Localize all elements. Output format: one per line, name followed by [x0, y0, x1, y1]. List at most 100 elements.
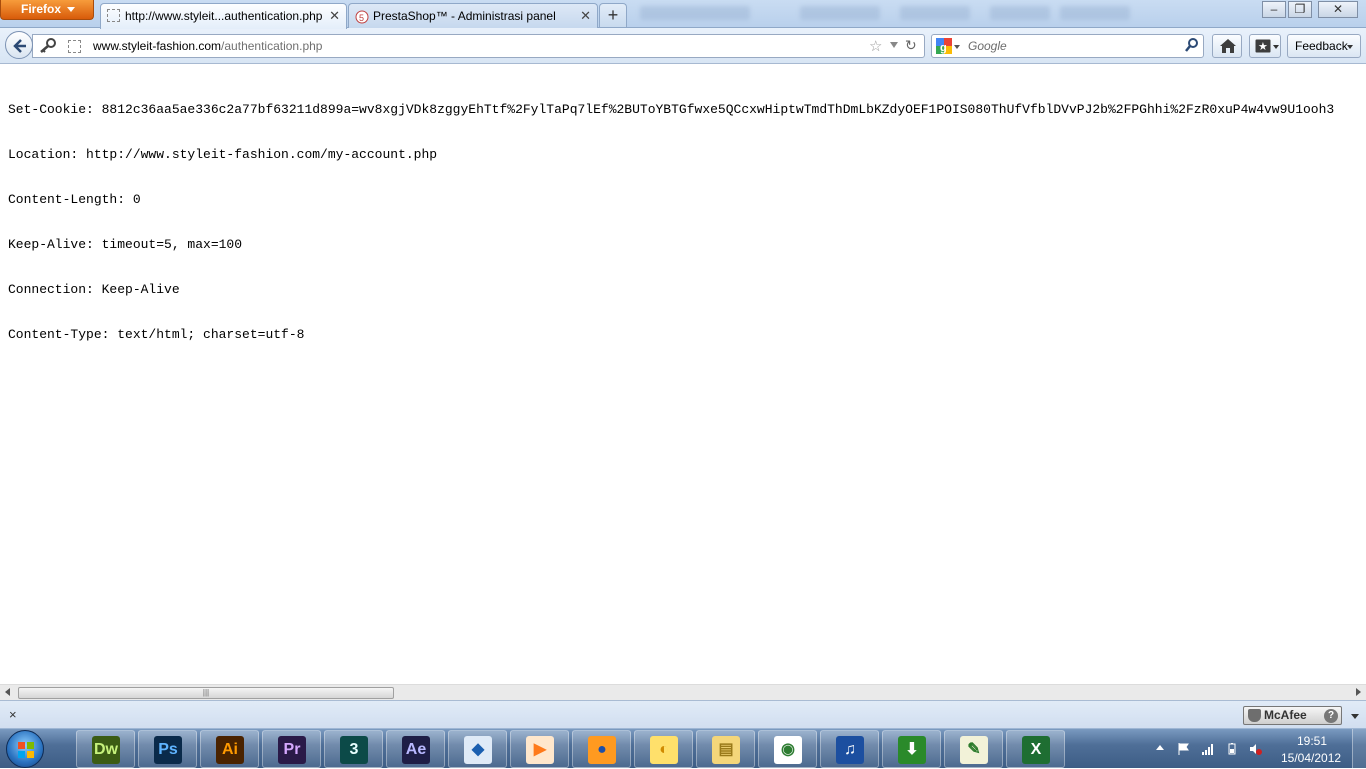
restore-button[interactable]: ❐ [1288, 1, 1312, 18]
battery-icon[interactable] [1226, 743, 1238, 755]
chevron-down-icon [1273, 45, 1279, 49]
scroll-left-arrow-icon[interactable] [5, 688, 10, 696]
show-hidden-icons-icon[interactable] [1156, 745, 1164, 750]
close-tab-icon[interactable]: ✕ [329, 5, 340, 27]
identity-key-icon[interactable] [39, 38, 57, 57]
taskbar-app-download-manager[interactable]: ⬇ [882, 730, 941, 768]
taskbar-app-itunes[interactable]: ♫ [820, 730, 879, 768]
taskbar-app-3dsmax[interactable]: 3 [324, 730, 383, 768]
addon-bar: × McAfee ? [0, 700, 1366, 728]
prestashop-icon: 5 [355, 9, 369, 24]
page-content: Set-Cookie: 8812c36aa5ae336c2a77bf63211d… [0, 65, 1366, 684]
url-text[interactable]: www.styleit-fashion.com/authentication.p… [93, 39, 322, 53]
volume-muted-icon[interactable] [1250, 743, 1262, 755]
taskbar-app-dreamweaver[interactable]: Dw [76, 730, 135, 768]
bookmarks-button[interactable]: ★ [1249, 34, 1281, 58]
search-magnifier-icon[interactable] [1185, 38, 1199, 55]
header-line: Content-Type: text/html; charset=utf-8 [8, 327, 305, 342]
horizontal-scrollbar[interactable]: ||| [0, 684, 1366, 700]
taskbar-app-media-player[interactable]: ▶ [510, 730, 569, 768]
chevron-down-icon [1347, 45, 1353, 49]
action-center-flag-icon[interactable] [1178, 743, 1190, 755]
taskbar-app-excel[interactable]: X [1006, 730, 1065, 768]
mcafee-label: McAfee [1264, 708, 1307, 722]
search-bar[interactable]: g Google [931, 34, 1204, 58]
feedback-button[interactable]: Feedback [1287, 34, 1361, 58]
tab-title: PrestaShop™ - Administrasi panel [373, 9, 556, 23]
taskbar-app-app-yellow[interactable]: ◐ [634, 730, 693, 768]
taskbar-app-firefox[interactable]: ● [572, 730, 631, 768]
windows-taskbar: Dw Ps Ai Pr 3 Ae ◆ ▶ ● ◐ ▤ ◉ ♫ ⬇ ✎ X 19:51 15/04/2012 [0, 728, 1366, 769]
notepad-icon: ✎ [960, 736, 988, 764]
show-desktop-button[interactable] [1352, 729, 1366, 769]
start-button[interactable] [6, 730, 44, 768]
taskbar-app-photoshop[interactable]: Ps [138, 730, 197, 768]
taskbar-app-virtualbox[interactable]: ◆ [448, 730, 507, 768]
3dsmax-icon: 3 [340, 736, 368, 764]
chrome-icon: ◉ [774, 736, 802, 764]
window-close-button[interactable]: ✕ [1318, 1, 1358, 18]
app-yellow-icon: ◐ [650, 736, 678, 764]
firefox-menu-button[interactable]: Firefox [0, 0, 94, 20]
close-addon-bar-icon[interactable]: × [9, 707, 17, 722]
home-button[interactable] [1212, 34, 1242, 58]
url-host: www.styleit-fashion.com [93, 39, 222, 53]
mcafee-shield-icon [1248, 709, 1261, 722]
taskbar-app-explorer[interactable]: ▤ [696, 730, 755, 768]
tab-strip: Firefox http://www.styleit...authenticat… [0, 0, 1366, 29]
background-blur [1060, 6, 1130, 20]
new-tab-button[interactable]: + [599, 3, 627, 27]
minimize-button[interactable]: – [1262, 1, 1286, 18]
tab-authentication[interactable]: http://www.styleit...authentication.php … [100, 3, 347, 29]
svg-text:g: g [940, 42, 947, 54]
back-arrow-icon [13, 39, 26, 53]
history-dropdown-icon[interactable] [890, 42, 898, 48]
excel-icon: X [1022, 736, 1050, 764]
scroll-right-arrow-icon[interactable] [1356, 688, 1361, 696]
virtualbox-icon: ◆ [464, 736, 492, 764]
explorer-icon: ▤ [712, 736, 740, 764]
bookmark-star-icon[interactable]: ☆ [869, 37, 882, 55]
background-blur [990, 6, 1050, 20]
google-icon[interactable]: g [936, 38, 952, 57]
url-path: /authentication.php [221, 39, 323, 53]
svg-text:5: 5 [359, 13, 364, 23]
search-engine-dropdown-icon[interactable] [954, 45, 960, 49]
clock-time[interactable]: 19:51 [1297, 734, 1327, 748]
close-tab-icon[interactable]: ✕ [580, 5, 591, 27]
download-manager-icon: ⬇ [898, 736, 926, 764]
url-bar[interactable]: www.styleit-fashion.com/authentication.p… [32, 34, 925, 58]
clock-date[interactable]: 15/04/2012 [1281, 751, 1341, 765]
svg-text:★: ★ [1258, 40, 1268, 53]
taskbar-app-notepad[interactable]: ✎ [944, 730, 1003, 768]
help-icon[interactable]: ? [1324, 709, 1338, 723]
premiere-icon: Pr [278, 736, 306, 764]
header-line: Keep-Alive: timeout=5, max=100 [8, 237, 243, 252]
background-blur [900, 6, 970, 20]
illustrator-icon: Ai [216, 736, 244, 764]
reload-icon[interactable]: ↻ [905, 37, 917, 54]
header-line: Location: http://www.styleit-fashion.com… [8, 147, 438, 162]
navigation-toolbar: www.styleit-fashion.com/authentication.p… [0, 28, 1366, 64]
scrollbar-thumb[interactable]: ||| [18, 687, 394, 699]
network-signal-icon[interactable] [1202, 743, 1214, 755]
taskbar-app-after-effects[interactable]: Ae [386, 730, 445, 768]
bookmarks-star-icon: ★ [1255, 39, 1271, 53]
chevron-down-icon[interactable] [1351, 714, 1359, 719]
header-line: Connection: Keep-Alive [8, 282, 180, 297]
taskbar-app-illustrator[interactable]: Ai [200, 730, 259, 768]
search-input[interactable]: Google [968, 39, 1007, 53]
tab-prestashop[interactable]: 5 PrestaShop™ - Administrasi panel ✕ [348, 3, 598, 28]
blank-page-icon [107, 9, 120, 22]
tab-title: http://www.styleit...authentication.php [125, 9, 323, 23]
taskbar-app-premiere[interactable]: Pr [262, 730, 321, 768]
back-button[interactable] [5, 31, 33, 59]
mcafee-siteadvisor-button[interactable]: McAfee ? [1243, 706, 1342, 725]
dreamweaver-icon: Dw [92, 736, 120, 764]
background-blur [800, 6, 880, 20]
media-player-icon: ▶ [526, 736, 554, 764]
firefox-icon: ● [588, 736, 616, 764]
taskbar-app-chrome[interactable]: ◉ [758, 730, 817, 768]
feedback-label: Feedback [1295, 39, 1348, 53]
after-effects-icon: Ae [402, 736, 430, 764]
